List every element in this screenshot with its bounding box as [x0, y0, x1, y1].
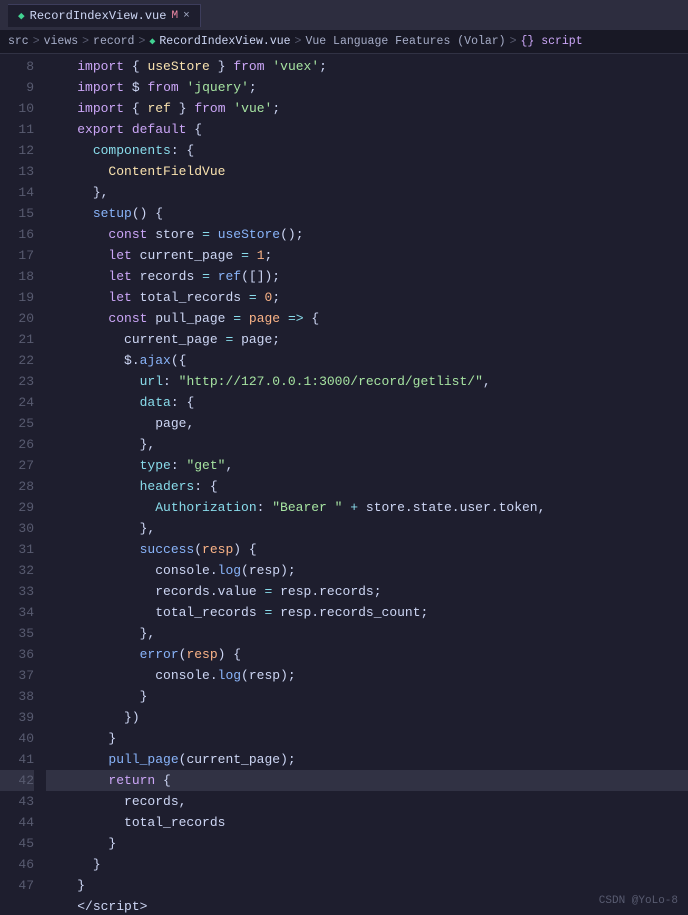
- code-line-28: headers: {: [46, 476, 688, 497]
- code-line-34: total_records = resp.records_count;: [46, 602, 688, 623]
- editor: 8 9 10 11 12 13 14 15 16 17 18 19 20 21 …: [0, 54, 688, 915]
- code-content: import { useStore } from 'vuex'; import …: [42, 54, 688, 915]
- code-line-11: export default {: [46, 119, 688, 140]
- breadcrumb: src > views > record > ◆ RecordIndexView…: [0, 30, 688, 54]
- code-line-9: import $ from 'jquery';: [46, 77, 688, 98]
- code-line-24: data: {: [46, 392, 688, 413]
- code-line-33: records.value = resp.records;: [46, 581, 688, 602]
- code-line-21: current_page = page;: [46, 329, 688, 350]
- line-numbers: 8 9 10 11 12 13 14 15 16 17 18 19 20 21 …: [0, 54, 42, 915]
- breadcrumb-record: record: [93, 35, 134, 48]
- code-line-15: setup() {: [46, 203, 688, 224]
- close-icon[interactable]: ×: [183, 10, 190, 22]
- code-line-22: $.ajax({: [46, 350, 688, 371]
- title-bar: ◆ RecordIndexView.vue M ×: [0, 0, 688, 30]
- code-line-20: const pull_page = page => {: [46, 308, 688, 329]
- code-line-36: error(resp) {: [46, 644, 688, 665]
- code-line-8: import { useStore } from 'vuex';: [46, 56, 688, 77]
- code-line-38: }: [46, 686, 688, 707]
- code-line-39: }): [46, 707, 688, 728]
- code-line-37: console.log(resp);: [46, 665, 688, 686]
- code-line-31: success(resp) {: [46, 539, 688, 560]
- code-line-17: let current_page = 1;: [46, 245, 688, 266]
- breadcrumb-script: {} script: [520, 35, 582, 48]
- code-line-42: return {: [46, 770, 688, 791]
- code-line-29: Authorization: "Bearer " + store.state.u…: [46, 497, 688, 518]
- vue-icon: ◆: [18, 9, 25, 23]
- breadcrumb-sep5: >: [510, 35, 517, 48]
- code-line-14: },: [46, 182, 688, 203]
- code-line-43: records,: [46, 791, 688, 812]
- code-line-45: }: [46, 833, 688, 854]
- code-line-46: }: [46, 854, 688, 875]
- breadcrumb-volar: Vue Language Features (Volar): [305, 35, 505, 48]
- code-line-47: }: [46, 875, 688, 896]
- code-line-41: pull_page(current_page);: [46, 749, 688, 770]
- watermark: CSDN @YoLo-8: [599, 895, 678, 907]
- code-line-35: },: [46, 623, 688, 644]
- breadcrumb-sep4: >: [295, 35, 302, 48]
- code-line-30: },: [46, 518, 688, 539]
- tab[interactable]: ◆ RecordIndexView.vue M ×: [8, 4, 201, 27]
- breadcrumb-src: src: [8, 35, 29, 48]
- code-line-48: </script>: [46, 896, 688, 915]
- code-line-32: console.log(resp);: [46, 560, 688, 581]
- code-line-10: import { ref } from 'vue';: [46, 98, 688, 119]
- code-line-12: components: {: [46, 140, 688, 161]
- code-line-23: url: "http://127.0.0.1:3000/record/getli…: [46, 371, 688, 392]
- code-line-16: const store = useStore();: [46, 224, 688, 245]
- breadcrumb-sep2: >: [82, 35, 89, 48]
- breadcrumb-file: RecordIndexView.vue: [159, 35, 290, 48]
- code-line-19: let total_records = 0;: [46, 287, 688, 308]
- breadcrumb-views: views: [44, 35, 79, 48]
- tab-filename: RecordIndexView.vue: [30, 9, 167, 23]
- code-line-18: let records = ref([]);: [46, 266, 688, 287]
- modified-badge: M: [171, 10, 178, 22]
- code-line-27: type: "get",: [46, 455, 688, 476]
- breadcrumb-sep1: >: [33, 35, 40, 48]
- code-line-26: },: [46, 434, 688, 455]
- breadcrumb-vue-icon: ◆: [149, 36, 155, 48]
- code-line-25: page,: [46, 413, 688, 434]
- breadcrumb-sep3: >: [138, 35, 145, 48]
- code-line-40: }: [46, 728, 688, 749]
- code-line-44: total_records: [46, 812, 688, 833]
- code-line-13: ContentFieldVue: [46, 161, 688, 182]
